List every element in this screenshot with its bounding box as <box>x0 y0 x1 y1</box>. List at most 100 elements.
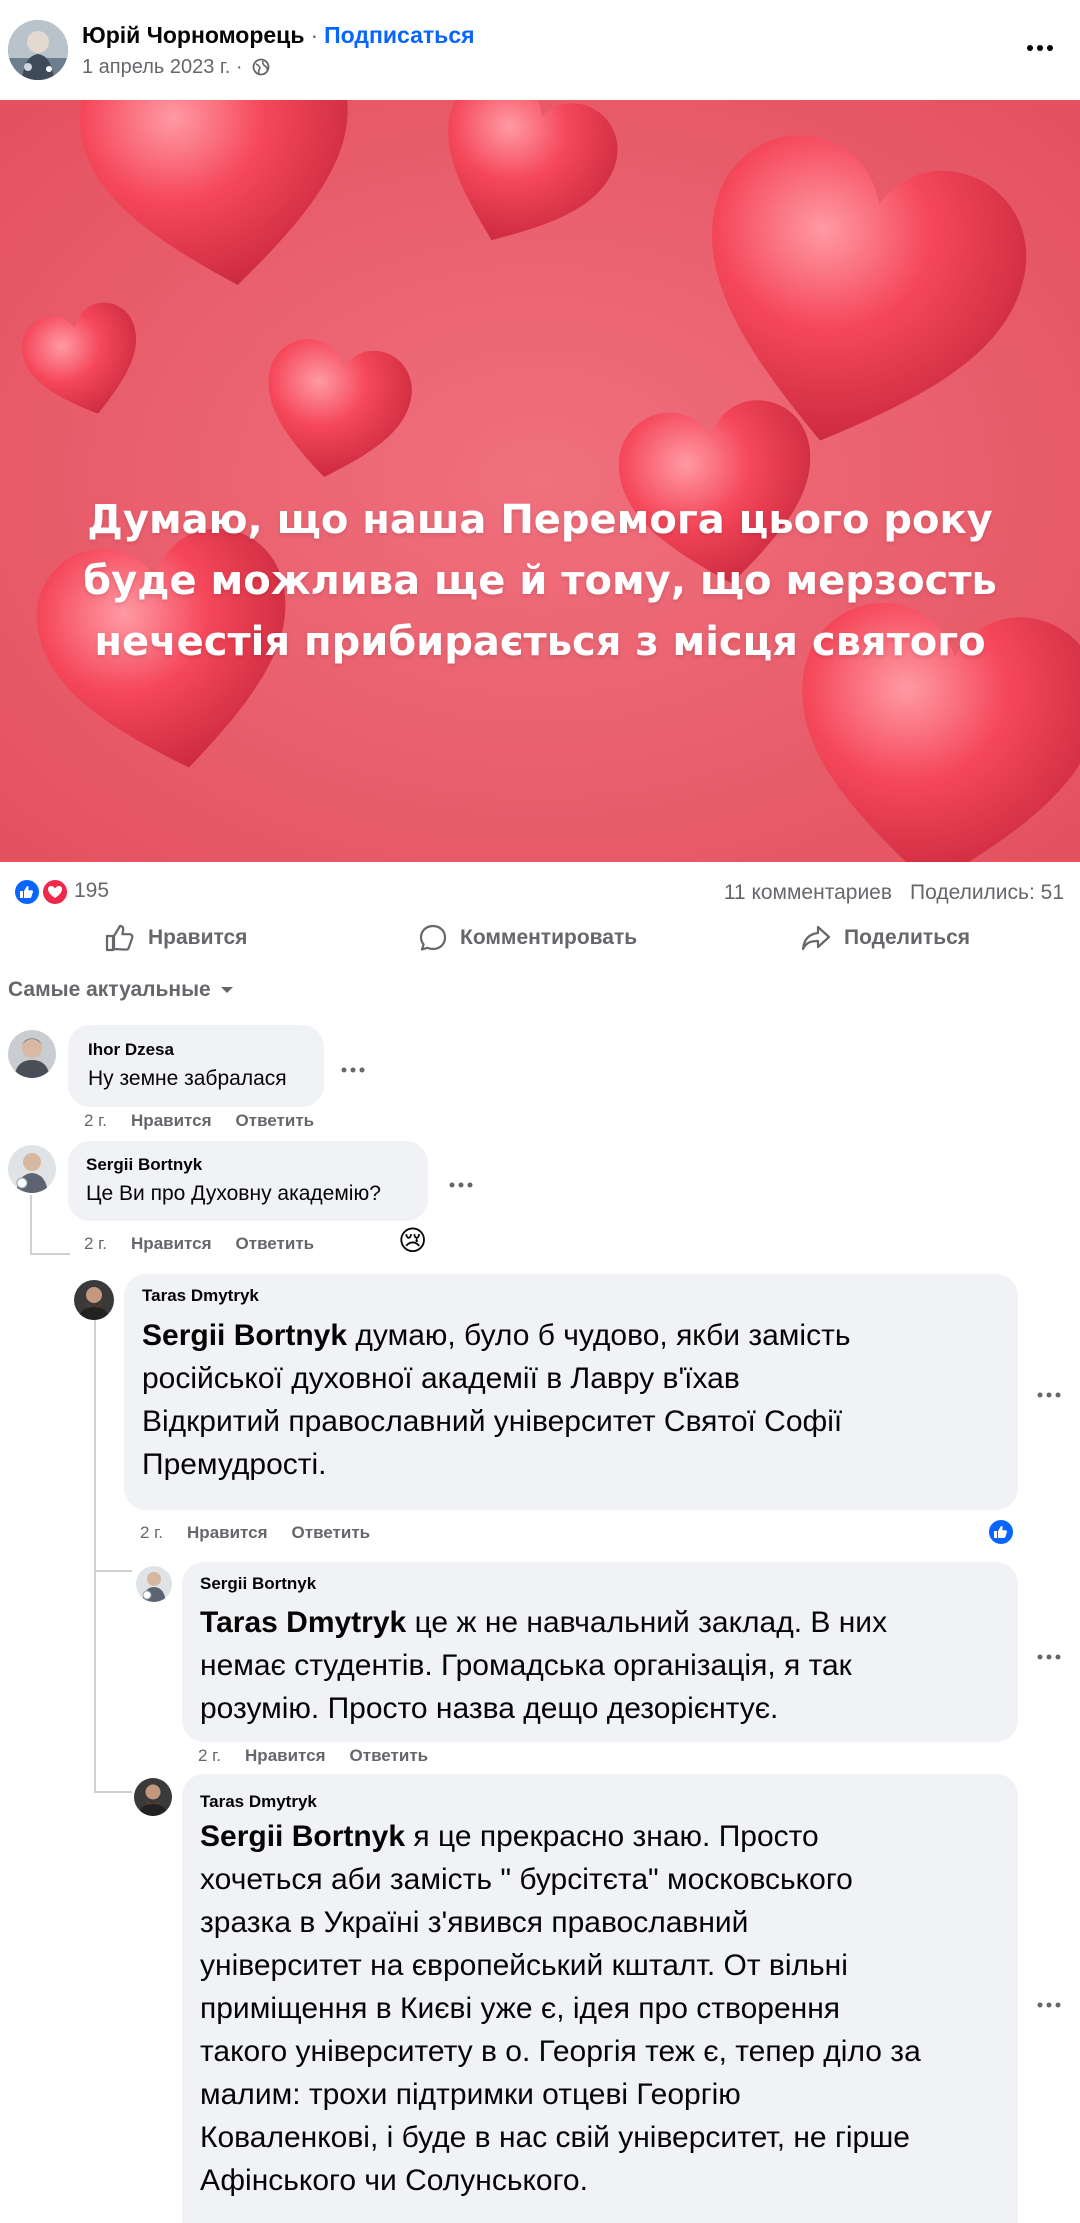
comment-more-icon[interactable] <box>1036 1386 1062 1398</box>
hearts-background <box>0 100 1080 862</box>
globe-icon <box>252 58 270 76</box>
comment-more-icon[interactable] <box>340 1061 366 1073</box>
comment-sort-selector[interactable]: Самые актуальные <box>8 978 235 1002</box>
comment-line-text: я це прекрасно знаю. Просто <box>405 1820 819 1853</box>
shares-count[interactable]: Поделились: 51 <box>910 881 1064 904</box>
avatar[interactable] <box>134 1778 172 1816</box>
comment-meta: 2 г. Нравится Ответить <box>84 1234 338 1254</box>
mention-link[interactable]: Sergii Bortnyk <box>200 1820 405 1853</box>
avatar[interactable] <box>74 1280 114 1320</box>
action-bar: Нравится Комментировать Поделиться <box>0 917 1080 963</box>
comment-label: Комментировать <box>460 926 638 949</box>
thread-line <box>94 1320 96 1792</box>
author-name[interactable]: Юрій Чорноморець <box>82 22 304 48</box>
like-reaction-icon[interactable] <box>986 1517 1016 1552</box>
comment-text: Це Ви про Духовну академію? <box>86 1182 381 1205</box>
separator-dot: · <box>310 22 319 48</box>
comment-bubble[interactable] <box>68 1141 428 1221</box>
post-stats: 195 11 комментариев Поделились: 51 <box>0 873 1080 909</box>
comment-line: хочеться аби замість " бурсітєта" москов… <box>200 1863 853 1896</box>
comment-line: Taras Dmytryk це ж не навчальний заклад.… <box>200 1601 887 1644</box>
comment-like-button[interactable]: Нравится <box>131 1234 212 1253</box>
comment-more-icon[interactable] <box>448 1176 474 1188</box>
comment-meta: 2 г. Нравится Ответить <box>84 1111 338 1131</box>
comment-time[interactable]: 2 г. <box>84 1111 107 1130</box>
comment-line: Відкритий православний університет Свято… <box>142 1405 843 1438</box>
comment-more-icon[interactable] <box>1036 1996 1062 2008</box>
comment-line: Sergii Bortnyk я це прекрасно знаю. Прос… <box>200 1815 921 1858</box>
avatar[interactable] <box>8 1145 56 1193</box>
comment-line: немає студентів. Громадська організація,… <box>200 1649 852 1682</box>
comment-reply-button[interactable]: Ответить <box>350 1746 429 1765</box>
avatar[interactable] <box>8 1030 56 1078</box>
comment-like-button[interactable]: Нравится <box>187 1523 268 1542</box>
post-header: Юрій Чорноморець · Подписаться 1 апрель 20… <box>0 0 1080 100</box>
post-date-line: 1 апрель 2023 г. · <box>82 56 270 79</box>
comment-reply-button[interactable]: Ответить <box>292 1523 371 1542</box>
comment-author[interactable]: Ihor Dzesa <box>88 1040 174 1060</box>
comment-reply-button[interactable]: Ответить <box>236 1111 315 1130</box>
comments-count[interactable]: 11 комментариев <box>724 881 892 904</box>
comment-line: Коваленкові, і буде в нас свій університ… <box>200 2121 910 2154</box>
comment-time[interactable]: 2 г. <box>140 1523 163 1542</box>
reaction-icons[interactable] <box>10 877 72 907</box>
comment-meta: 2 г. Нравится Ответить <box>140 1523 394 1543</box>
comment-line: такого університету в о. Георгія теж є, … <box>200 2035 921 2068</box>
share-icon <box>801 925 831 951</box>
share-label: Поделиться <box>844 926 971 949</box>
avatar[interactable] <box>136 1566 172 1602</box>
comment-text: Sergii Bortnyk я це прекрасно знаю. Прос… <box>200 1815 921 2202</box>
comment-bubble[interactable] <box>68 1025 324 1107</box>
comment-author[interactable]: Taras Dmytryk <box>200 1792 317 1812</box>
mention-link[interactable]: Taras Dmytryk <box>200 1606 406 1639</box>
comment-button[interactable]: Комментировать <box>418 923 637 953</box>
comment-time[interactable]: 2 г. <box>198 1746 221 1765</box>
comment-text: Sergii Bortnyk думаю, було б чудово, якб… <box>142 1314 850 1486</box>
comment-line: російської духовної академії в Лавру в'ї… <box>142 1362 740 1395</box>
mention-link[interactable]: Sergii Bortnyk <box>142 1319 347 1352</box>
thumbs-up-icon <box>105 924 134 952</box>
comment-icon <box>419 924 447 951</box>
sad-reaction-icon[interactable]: 😢 <box>398 1226 427 1256</box>
separator-dot: · <box>230 56 249 78</box>
follow-button[interactable]: Подписаться <box>324 22 474 48</box>
comment-line: приміщення в Києві уже є, ідея про створ… <box>200 1992 841 2025</box>
comment-line-text: це ж не навчальний заклад. В них <box>406 1606 888 1639</box>
share-button[interactable]: Поделиться <box>800 923 970 953</box>
comment-author[interactable]: Taras Dmytryk <box>142 1286 259 1306</box>
comment-author[interactable]: Sergii Bortnyk <box>86 1155 202 1175</box>
comment-like-button[interactable]: Нравится <box>245 1746 326 1765</box>
like-label: Нравится <box>148 926 248 949</box>
comment-line: Афінського чи Солунського. <box>200 2164 588 2197</box>
post-image-caption: Думаю, що наша Перемога цього року буде … <box>83 497 997 665</box>
thread-line <box>94 1791 132 1793</box>
comment-line: університет на європейський кшталт. От в… <box>200 1949 848 1982</box>
comment-line: розумію. Просто назва дещо дезорієнтує. <box>200 1692 779 1725</box>
comment-like-button[interactable]: Нравится <box>131 1111 212 1130</box>
post-date[interactable]: 1 апрель 2023 г. <box>82 56 230 78</box>
comments-shares: 11 комментариев Поделились: 51 <box>706 881 1064 905</box>
comment-meta: 2 г. Нравится Ответить <box>198 1746 452 1766</box>
comment-line: Премудрості. <box>142 1448 327 1481</box>
caret-down-icon <box>220 987 233 993</box>
comment-line: малим: трохи підтримки отцеві Георгію <box>200 2078 741 2111</box>
comment-more-icon[interactable] <box>1036 1648 1062 1660</box>
comment-line: зразка в Україні з'явився православний <box>200 1906 749 1939</box>
reactions-count[interactable]: 195 <box>74 879 109 903</box>
comment-reply-button[interactable]: Ответить <box>236 1234 315 1253</box>
author-avatar[interactable] <box>8 20 68 80</box>
comment-line: Sergii Bortnyk думаю, було б чудово, якб… <box>142 1314 850 1357</box>
post-more-icon[interactable] <box>1022 36 1058 60</box>
author-line: Юрій Чорноморець · Подписаться <box>82 22 475 49</box>
comment-line-text: думаю, було б чудово, якби замість <box>347 1319 851 1352</box>
comment-text: Taras Dmytryk це ж не навчальний заклад.… <box>200 1601 887 1730</box>
thread-line <box>30 1195 32 1255</box>
comment-text: Ну земне забралася <box>88 1067 287 1090</box>
like-button[interactable]: Нравится <box>104 923 247 953</box>
sort-label: Самые актуальные <box>8 978 211 1001</box>
post-image[interactable]: Думаю, що наша Перемога цього року буде … <box>0 100 1080 862</box>
thread-line <box>94 1570 132 1572</box>
thread-line <box>30 1253 70 1255</box>
comment-time[interactable]: 2 г. <box>84 1234 107 1253</box>
comment-author[interactable]: Sergii Bortnyk <box>200 1574 316 1594</box>
